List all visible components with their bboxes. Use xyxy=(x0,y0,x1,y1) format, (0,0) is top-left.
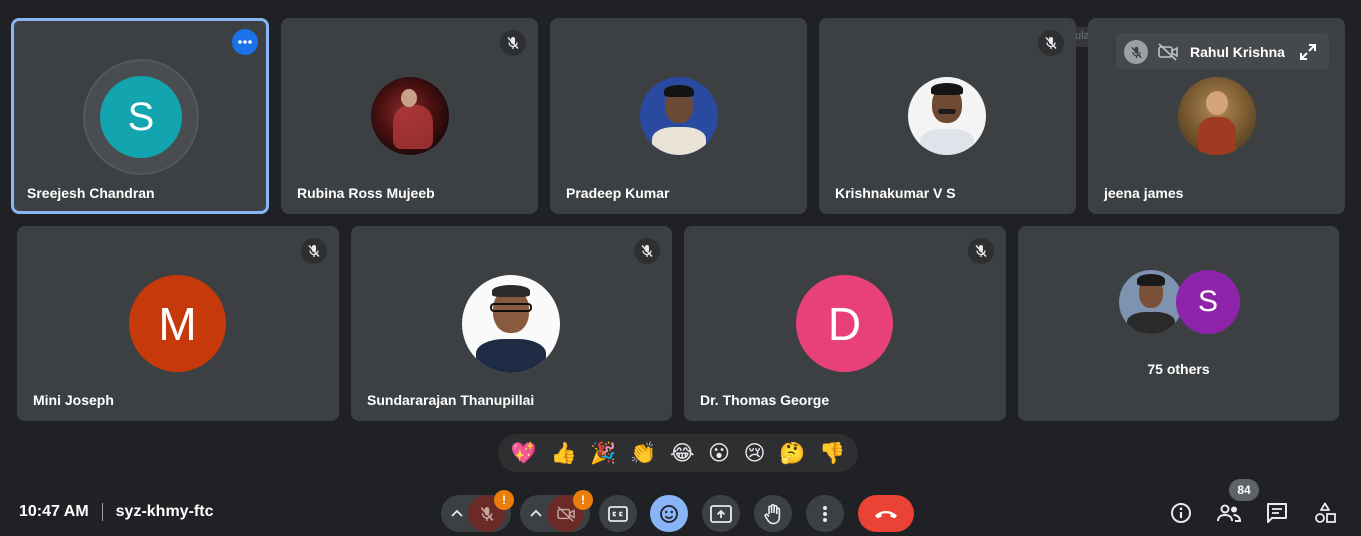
avatar xyxy=(640,77,718,155)
others-tile[interactable]: S 75 others xyxy=(1018,226,1339,421)
people-icon xyxy=(1217,504,1242,522)
reaction-tears-of-joy[interactable]: 😂 xyxy=(670,442,695,464)
mic-off-icon xyxy=(480,506,493,521)
participant-count-badge: 84 xyxy=(1229,479,1259,501)
participant-tile-sreejesh[interactable]: S Sreejesh Chandran xyxy=(11,18,269,214)
mic-control-group: ! xyxy=(441,490,514,532)
avatar xyxy=(1119,270,1183,334)
camera-off-icon xyxy=(556,505,575,522)
people-button[interactable] xyxy=(1215,499,1243,527)
participant-name: Sundararajan Thanupillai xyxy=(367,392,535,408)
mic-off-icon xyxy=(301,238,327,264)
avatar-initial: S xyxy=(127,94,155,139)
avatar-initial: S xyxy=(1197,285,1218,318)
avatar xyxy=(371,77,449,155)
reaction-party-popper[interactable]: 🎉 xyxy=(590,442,616,464)
more-vert-icon xyxy=(823,505,827,522)
mic-warning-badge: ! xyxy=(494,490,514,510)
more-horiz-icon xyxy=(238,40,252,44)
self-view-name: Rahul Krishna xyxy=(1190,44,1285,60)
camera-warning-badge: ! xyxy=(573,490,593,510)
participant-tile-mini[interactable]: M Mini Joseph xyxy=(17,226,339,421)
mic-off-icon xyxy=(1038,30,1064,56)
avatar-initial: D xyxy=(827,297,862,350)
participant-name: Krishnakumar V S xyxy=(835,185,956,201)
mic-off-icon xyxy=(500,30,526,56)
participant-tile-pradeep[interactable]: Pradeep Kumar xyxy=(550,18,807,214)
participant-name: jeena james xyxy=(1104,185,1184,201)
participant-tile-rubina[interactable]: Rubina Ross Mujeeb xyxy=(281,18,538,214)
avatar: D xyxy=(796,275,893,372)
camera-control-group: ! xyxy=(520,490,593,532)
avatar xyxy=(462,275,560,373)
captions-button[interactable] xyxy=(599,495,637,532)
hand-icon xyxy=(764,503,781,524)
leave-call-button[interactable] xyxy=(858,495,914,532)
participant-name: Mini Joseph xyxy=(33,392,114,408)
chevron-up-icon[interactable] xyxy=(449,505,465,521)
camera-off-icon[interactable] xyxy=(1156,41,1180,63)
meeting-info: 10:47 AM syz-khmy-ftc xyxy=(19,503,213,521)
reaction-thinking[interactable]: 🤔 xyxy=(779,442,805,464)
more-options-button[interactable] xyxy=(806,495,844,532)
chat-button[interactable] xyxy=(1263,499,1291,527)
avatar: M xyxy=(129,275,226,372)
present-to-all-icon xyxy=(710,504,732,523)
avatar xyxy=(908,77,986,155)
participant-tile-krishnakumar[interactable]: Krishnakumar V S xyxy=(819,18,1076,214)
reaction-crying[interactable]: 😢 xyxy=(744,442,766,464)
reaction-surprised[interactable]: 😮 xyxy=(708,442,730,464)
reactions-bar: 💖 👍 🎉 👏 😂 😮 😢 🤔 👎 xyxy=(498,434,858,472)
activities-icon xyxy=(1315,502,1336,523)
present-screen-button[interactable] xyxy=(702,495,740,532)
participant-name: Dr. Thomas George xyxy=(700,392,830,408)
reaction-thumbs-up[interactable]: 👍 xyxy=(551,442,577,464)
captions-icon xyxy=(608,505,628,522)
reaction-thumbs-down[interactable]: 👎 xyxy=(819,442,845,464)
expand-icon[interactable] xyxy=(1297,41,1319,63)
reaction-sparkling-heart[interactable]: 💖 xyxy=(511,442,537,464)
participant-tile-thomas[interactable]: D Dr. Thomas George xyxy=(684,226,1006,421)
self-view-bar[interactable]: Rahul Krishna xyxy=(1116,33,1329,70)
reactions-button[interactable] xyxy=(650,495,688,532)
mic-off-icon xyxy=(968,238,994,264)
meeting-details-button[interactable] xyxy=(1167,499,1195,527)
reaction-clapping[interactable]: 👏 xyxy=(630,442,656,464)
avatar: S xyxy=(100,76,182,158)
divider xyxy=(101,503,103,521)
activities-button[interactable] xyxy=(1311,499,1339,527)
others-count-label: 75 others xyxy=(1147,361,1210,377)
participant-tile-sundararajan[interactable]: Sundararajan Thanupillai xyxy=(351,226,672,421)
avatar: S xyxy=(1176,270,1240,334)
chat-icon xyxy=(1267,503,1287,523)
raise-hand-button[interactable] xyxy=(754,495,792,532)
avatar-initial: M xyxy=(158,297,197,350)
meeting-code: syz-khmy-ftc xyxy=(115,503,214,520)
avatar xyxy=(1178,77,1256,155)
meeting-time: 10:47 AM xyxy=(19,503,89,520)
call-end-icon xyxy=(875,510,897,518)
more-options-button[interactable] xyxy=(232,29,258,55)
info-icon xyxy=(1171,503,1191,523)
participant-name: Sreejesh Chandran xyxy=(27,185,155,201)
mic-off-icon[interactable] xyxy=(1124,40,1148,64)
chevron-up-icon[interactable] xyxy=(528,505,544,521)
mic-off-icon xyxy=(634,238,660,264)
participant-name: Pradeep Kumar xyxy=(566,185,670,201)
participant-name: Rubina Ross Mujeeb xyxy=(297,185,435,201)
emoji-icon xyxy=(660,504,678,523)
